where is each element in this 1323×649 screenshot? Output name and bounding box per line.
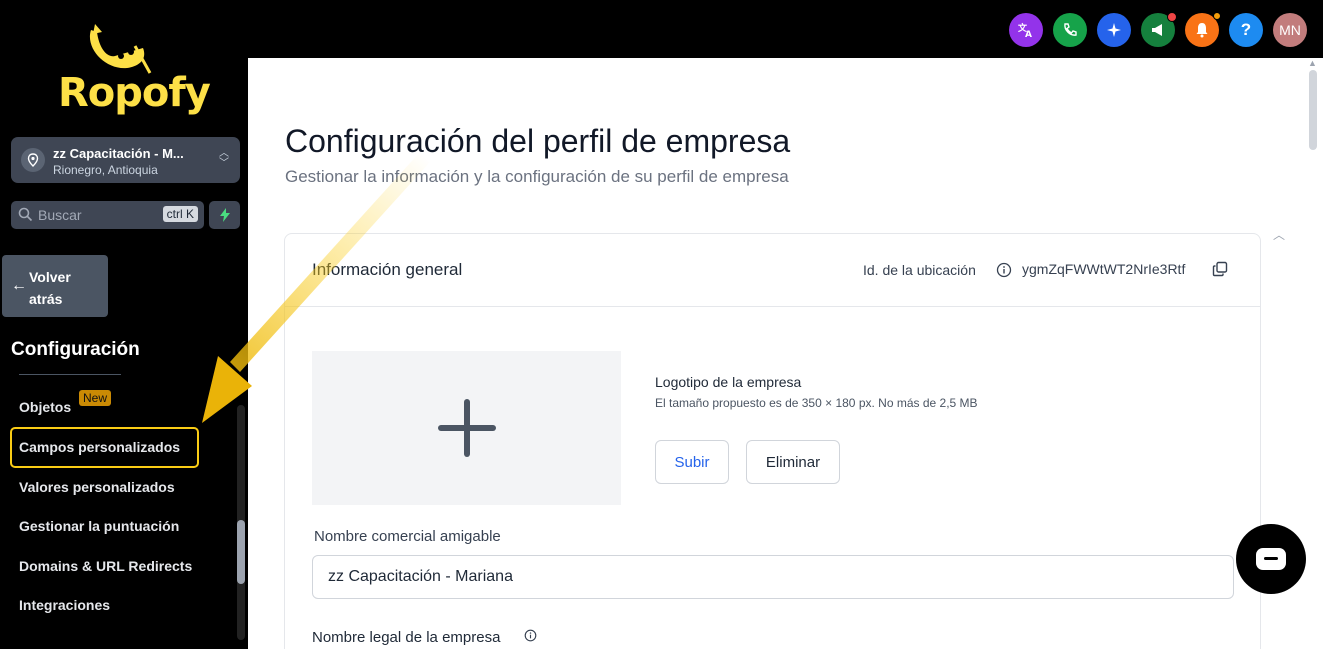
search-shortcut: ctrl K: [162, 206, 198, 222]
quick-action-button[interactable]: [209, 201, 240, 229]
arrow-left-icon: ←: [11, 277, 27, 294]
location-id-label: Id. de la ubicación: [863, 262, 976, 278]
logo-hint: El tamaño propuesto es de 350 × 180 px. …: [655, 396, 978, 410]
lightning-icon: [219, 208, 230, 222]
location-city: Rionegro, Antioquia: [53, 163, 158, 177]
main-scrollbar[interactable]: [1309, 70, 1317, 150]
back-button[interactable]: ← Volver atrás: [2, 255, 108, 317]
avatar[interactable]: MN: [1273, 13, 1307, 47]
logo-upload-area[interactable]: [312, 351, 621, 505]
upload-button[interactable]: Subir: [655, 440, 729, 484]
sidebar-scrollbar[interactable]: [237, 520, 245, 584]
delete-button[interactable]: Eliminar: [746, 440, 840, 484]
bell-icon[interactable]: [1185, 12, 1221, 47]
card-header: Información general Id. de la ubicación …: [285, 234, 1260, 307]
ropofy-logo-mark: [89, 24, 152, 74]
chat-widget-button[interactable]: [1236, 524, 1306, 594]
translate-icon[interactable]: 文A: [1009, 13, 1043, 47]
section-divider: [19, 374, 121, 375]
notification-dot: [1213, 12, 1221, 20]
legal-name-label: Nombre legal de la empresa: [312, 629, 501, 646]
logo-label: Logotipo de la empresa: [655, 374, 802, 390]
scroll-up-arrow-icon[interactable]: ▲: [1308, 58, 1317, 68]
chat-icon: [1256, 548, 1286, 570]
sidebar-item-gestionar-puntuacion[interactable]: Gestionar la puntuación: [19, 518, 179, 534]
location-id-value: ygmZqFWWtWT2NrIe3Rtf: [1022, 261, 1186, 277]
section-title: Configuración: [11, 339, 140, 360]
page-title: Configuración del perfil de empresa: [285, 123, 791, 159]
back-button-label: Volver atrás: [29, 269, 71, 307]
main-content: ▲ Configuración del perfil de empresa Ge…: [248, 58, 1323, 649]
plus-icon: [437, 399, 496, 457]
info-icon[interactable]: [996, 262, 1012, 283]
search-placeholder: Buscar: [38, 207, 82, 223]
sidebar-item-domains[interactable]: Domains & URL Redirects: [19, 558, 192, 574]
location-switcher[interactable]: zz Capacitación - M... Rionegro, Antioqu…: [11, 137, 240, 183]
sidebar-item-integraciones[interactable]: Integraciones: [19, 597, 110, 613]
sidebar-item-objetos[interactable]: Objetos: [19, 399, 71, 415]
chevron-up-icon[interactable]: ︿: [1273, 226, 1285, 243]
sidebar-item-campos-personalizados[interactable]: Campos personalizados: [19, 439, 180, 455]
sidebar: Ropofy zz Capacitación - M... Rionegro, …: [0, 0, 248, 649]
page-subtitle: Gestionar la información y la configurac…: [285, 167, 789, 186]
chevron-updown-icon: ︿ ﹀: [219, 148, 229, 169]
friendly-name-input[interactable]: zz Capacitación - Mariana: [312, 555, 1234, 599]
notification-dot: [1167, 12, 1177, 22]
search-box[interactable]: Buscar ctrl K: [11, 201, 204, 229]
location-name: zz Capacitación - M...: [53, 146, 184, 161]
location-pin-icon: [21, 148, 45, 172]
brand-name: Ropofy: [58, 70, 211, 116]
svg-text:A: A: [1025, 30, 1032, 39]
card-title: Información general: [312, 260, 463, 279]
sparkle-icon[interactable]: [1097, 13, 1131, 47]
new-badge: New: [79, 390, 112, 406]
help-icon[interactable]: ?: [1229, 13, 1263, 47]
sidebar-item-valores-personalizados[interactable]: Valores personalizados: [19, 479, 175, 495]
top-bar: 文A ? MN: [248, 0, 1323, 58]
phone-icon[interactable]: [1053, 13, 1087, 47]
general-info-card: Información general Id. de la ubicación …: [284, 233, 1261, 649]
friendly-name-label: Nombre comercial amigable: [314, 528, 501, 545]
search-icon: [18, 207, 33, 227]
copy-icon[interactable]: [1212, 261, 1228, 282]
info-icon[interactable]: [524, 629, 537, 647]
megaphone-icon[interactable]: [1141, 12, 1177, 47]
